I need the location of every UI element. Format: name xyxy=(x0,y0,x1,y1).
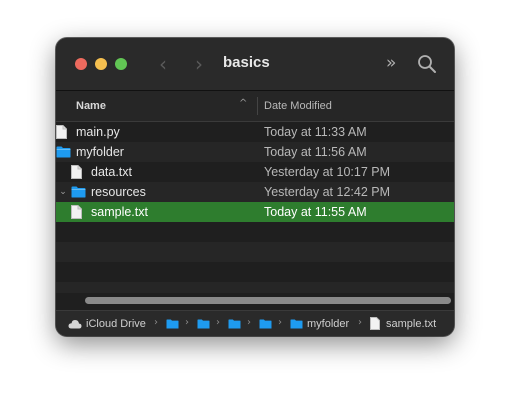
folder-icon[interactable] xyxy=(197,319,210,329)
file-name: data.txt xyxy=(91,165,132,179)
date-modified: Yesterday at 12:42 PM xyxy=(264,185,391,199)
folder-icon xyxy=(71,186,86,198)
horizontal-scrollbar[interactable] xyxy=(56,293,454,307)
cloud-icon xyxy=(68,320,82,329)
close-button[interactable] xyxy=(75,58,87,70)
date-modified: Today at 11:33 AM xyxy=(264,125,367,139)
column-name[interactable]: Name xyxy=(76,100,106,112)
chevron-right-icon[interactable]: › xyxy=(189,53,209,75)
sort-ascending-icon[interactable]: ^ xyxy=(239,98,247,109)
document-icon[interactable] xyxy=(370,317,380,330)
path-separator: › xyxy=(185,317,189,328)
path-separator: › xyxy=(154,317,158,328)
list-item[interactable]: data.txt Yesterday at 10:17 PM xyxy=(56,162,454,182)
empty-row xyxy=(56,222,454,242)
column-date-modified[interactable]: Date Modified xyxy=(264,100,332,112)
list-item[interactable]: myfolder Today at 11:56 AM xyxy=(56,142,454,162)
disclosure-triangle-icon[interactable]: ⌄ xyxy=(57,185,69,199)
window-title: basics xyxy=(223,54,270,71)
maximize-button[interactable] xyxy=(115,58,127,70)
folder-icon[interactable] xyxy=(290,319,303,329)
path-separator: › xyxy=(278,317,282,328)
list-item[interactable]: main.py Today at 11:33 AM xyxy=(56,122,454,142)
file-name: sample.txt xyxy=(91,205,148,219)
title-bar: ‹ › basics » xyxy=(56,38,454,91)
list-item[interactable]: ⌄ resources Yesterday at 12:42 PM xyxy=(56,182,454,202)
column-divider[interactable] xyxy=(257,97,258,115)
path-separator: › xyxy=(216,317,220,328)
empty-row xyxy=(56,262,454,282)
folder-icon[interactable] xyxy=(166,319,179,329)
list-item-selected[interactable]: sample.txt Today at 11:55 AM xyxy=(56,202,454,222)
path-item-sample-txt[interactable]: sample.txt xyxy=(386,318,436,330)
date-modified: Today at 11:56 AM xyxy=(264,145,367,159)
date-modified: Yesterday at 10:17 PM xyxy=(264,165,391,179)
path-separator: › xyxy=(358,317,362,328)
folder-icon xyxy=(56,146,71,158)
path-separator: › xyxy=(247,317,251,328)
empty-row xyxy=(56,242,454,262)
search-icon[interactable] xyxy=(416,53,438,75)
path-bar: iCloud Drive › › › › › myfolder › sample… xyxy=(56,310,454,336)
column-header: Name ^ Date Modified xyxy=(56,91,454,122)
date-modified: Today at 11:55 AM xyxy=(264,205,367,219)
folder-name: myfolder xyxy=(76,145,124,159)
minimize-button[interactable] xyxy=(95,58,107,70)
path-item-myfolder[interactable]: myfolder xyxy=(307,318,349,330)
document-icon xyxy=(56,125,67,139)
double-chevron-icon[interactable]: » xyxy=(386,52,396,74)
folder-icon[interactable] xyxy=(259,319,272,329)
path-item-icloud-drive[interactable]: iCloud Drive xyxy=(86,318,146,330)
folder-icon[interactable] xyxy=(228,319,241,329)
file-name: main.py xyxy=(76,125,120,139)
folder-name: resources xyxy=(91,185,146,199)
chevron-left-icon[interactable]: ‹ xyxy=(153,53,173,75)
document-icon xyxy=(71,165,82,179)
finder-window: ‹ › basics » Name ^ Date Modified main.p… xyxy=(56,38,454,336)
file-list: main.py Today at 11:33 AM myfolder Today… xyxy=(56,122,454,302)
document-icon xyxy=(71,205,82,219)
scrollbar-thumb[interactable] xyxy=(85,297,451,304)
